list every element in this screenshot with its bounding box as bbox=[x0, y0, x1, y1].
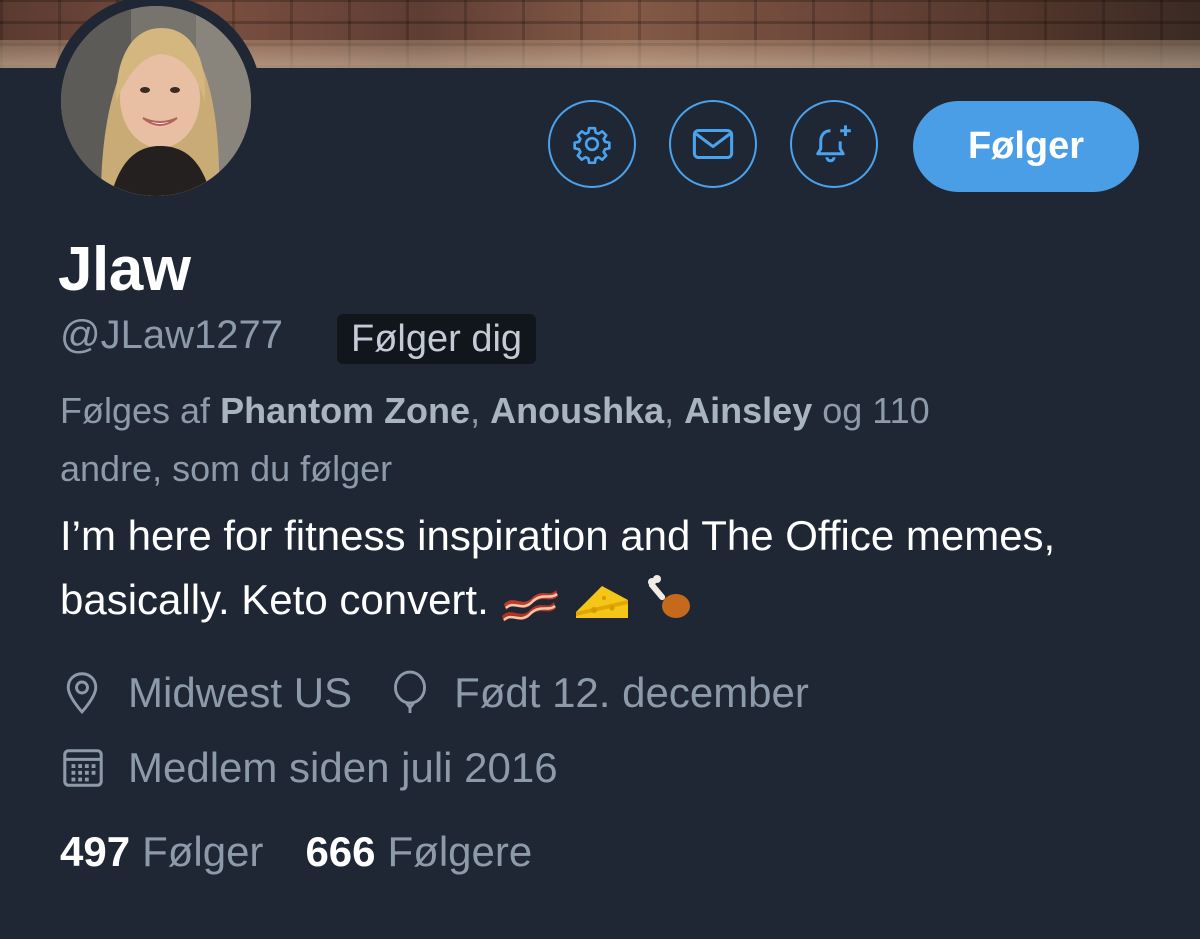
birthday-text: Født 12. december bbox=[454, 669, 809, 716]
profile-actions: Følger bbox=[0, 100, 1200, 194]
bell-plus-icon bbox=[816, 125, 851, 163]
followed-by-name-2[interactable]: Anoushka bbox=[490, 390, 664, 431]
followed-by-prefix: Følges af bbox=[60, 390, 211, 431]
mail-icon bbox=[692, 128, 734, 160]
followers-label[interactable]: Følgere bbox=[388, 828, 533, 876]
notifications-button[interactable] bbox=[790, 100, 878, 188]
followers-count[interactable]: 666 bbox=[305, 828, 375, 876]
location-icon bbox=[66, 672, 98, 715]
following-button[interactable]: Følger bbox=[913, 101, 1139, 192]
profile-bio: I’m here for fitness inspiration and The… bbox=[60, 504, 1140, 632]
meta-row-2: Medlem siden juli 2016 bbox=[60, 740, 558, 796]
following-label[interactable]: Følger bbox=[142, 828, 263, 876]
joined-text: Medlem siden juli 2016 bbox=[128, 744, 558, 791]
balloon-icon bbox=[394, 670, 427, 713]
message-button[interactable] bbox=[669, 100, 757, 188]
followed-by-name-3[interactable]: Ainsley bbox=[684, 390, 812, 431]
follows-you-badge: Følger dig bbox=[337, 314, 537, 364]
separator: , bbox=[664, 390, 675, 431]
gear-icon bbox=[573, 126, 611, 164]
location-text: Midwest US bbox=[128, 669, 353, 716]
followed-by-name-1[interactable]: Phantom Zone bbox=[220, 390, 470, 431]
followed-by-rest: andre, som du følger bbox=[60, 448, 393, 489]
bacon-emoji bbox=[502, 590, 559, 622]
username-handle: @JLaw1277 bbox=[60, 313, 283, 357]
settings-button[interactable] bbox=[548, 100, 636, 188]
cheese-emoji bbox=[576, 586, 629, 618]
display-name: Jlaw bbox=[58, 235, 191, 304]
meta-row-1: Midwest US Født 12. december bbox=[60, 665, 809, 721]
poultry-leg-emoji bbox=[647, 575, 690, 618]
profile-stats: 497 Følger 666 Følgere bbox=[60, 828, 574, 876]
followed-by-count: og 110 bbox=[822, 390, 930, 431]
separator: , bbox=[470, 390, 481, 431]
calendar-icon bbox=[63, 749, 103, 787]
followed-by-text[interactable]: Følges af Phantom Zone, Anoushka, Ainsle… bbox=[60, 382, 1070, 498]
following-count[interactable]: 497 bbox=[60, 828, 130, 876]
